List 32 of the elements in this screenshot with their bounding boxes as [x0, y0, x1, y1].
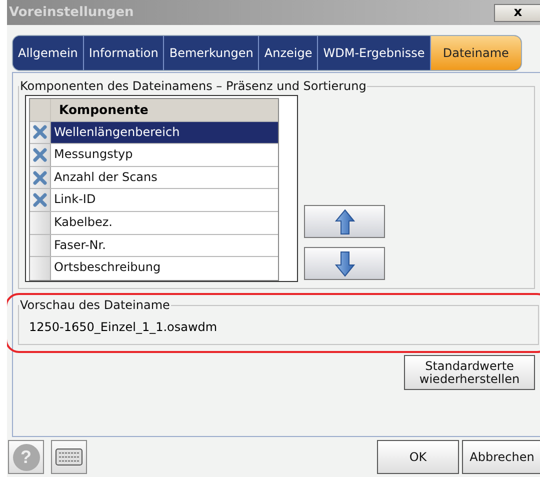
filename-preview: 1250-1650_Einzel_1_1.osawdm: [28, 319, 218, 334]
checkbox[interactable]: [30, 144, 51, 166]
group-title: Vorschau des Dateiname: [19, 298, 171, 312]
checkbox[interactable]: [30, 257, 51, 280]
cancel-button[interactable]: Abbrechen: [462, 440, 540, 474]
list-item[interactable]: Faser-Nr.: [51, 234, 278, 256]
tab[interactable]: Dateiname: [430, 36, 521, 70]
window-title: Voreinstellungen: [8, 5, 134, 20]
move-up-button[interactable]: [304, 205, 385, 238]
close-button[interactable]: x: [494, 4, 540, 22]
header-cell: [30, 99, 51, 121]
group-title: Komponenten des Dateinamens – Präsenz und Sortierung: [19, 79, 368, 93]
down-arrow-icon: [334, 250, 354, 276]
list-item[interactable]: Kabelbez.: [51, 212, 278, 234]
tab[interactable]: Allgemein: [13, 36, 84, 70]
checkbox[interactable]: [30, 212, 51, 234]
checkbox[interactable]: [30, 166, 51, 188]
list-item[interactable]: Messungstyp: [51, 144, 278, 166]
checkbox[interactable]: [30, 122, 51, 144]
up-arrow-icon: [334, 208, 354, 234]
checkbox[interactable]: [30, 234, 51, 256]
checkbox[interactable]: [30, 189, 51, 211]
list-item[interactable]: Link-ID: [51, 189, 278, 211]
list-item[interactable]: Wellenlängenbereich: [51, 122, 278, 144]
move-down-button[interactable]: [304, 247, 385, 280]
list-item[interactable]: Anzahl der Scans: [51, 166, 278, 188]
keyboard-icon: [55, 448, 83, 466]
list-item[interactable]: Ortsbeschreibung: [51, 257, 278, 280]
column-header: Komponente: [51, 99, 278, 121]
keyboard-button[interactable]: [51, 440, 87, 474]
restore-defaults-button[interactable]: Standardwerte wiederherstellen: [404, 355, 535, 390]
ok-button[interactable]: OK: [377, 440, 459, 474]
